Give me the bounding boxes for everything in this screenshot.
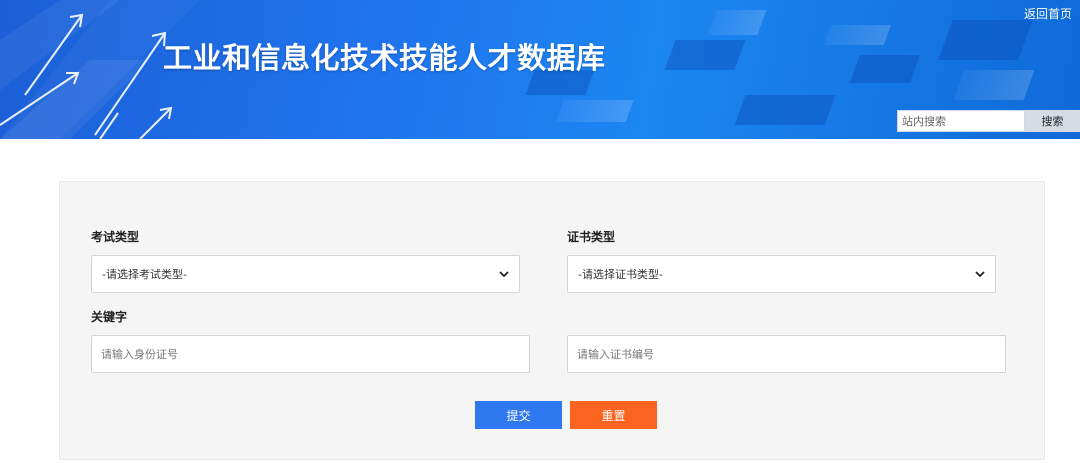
- site-search: 搜索: [897, 110, 1080, 132]
- exam-type-select[interactable]: -请选择考试类型-: [91, 255, 520, 293]
- query-form: 考试类型 证书类型 -请选择考试类型- -请选择证书类型- 关键字 提交 重置: [59, 181, 1045, 460]
- search-input[interactable]: [897, 110, 1025, 132]
- search-button[interactable]: 搜索: [1025, 110, 1080, 132]
- keyword-label: 关键字: [91, 310, 128, 324]
- exam-type-label: 考试类型: [91, 230, 140, 244]
- header-banner: 工业和信息化技术技能人才数据库 返回首页 搜索: [0, 0, 1080, 139]
- id-number-input[interactable]: [91, 335, 530, 373]
- chevron-down-icon: [975, 271, 985, 278]
- cert-type-selected: -请选择证书类型-: [578, 268, 663, 281]
- site-title: 工业和信息化技术技能人才数据库: [163, 41, 606, 75]
- exam-type-selected: -请选择考试类型-: [102, 268, 187, 281]
- reset-button[interactable]: 重置: [570, 401, 657, 429]
- submit-button[interactable]: 提交: [475, 401, 562, 429]
- cert-type-select[interactable]: -请选择证书类型-: [567, 255, 996, 293]
- cert-number-input[interactable]: [567, 335, 1006, 373]
- home-link[interactable]: 返回首页: [1024, 5, 1072, 22]
- chevron-down-icon: [499, 271, 509, 278]
- cert-type-label: 证书类型: [567, 230, 616, 244]
